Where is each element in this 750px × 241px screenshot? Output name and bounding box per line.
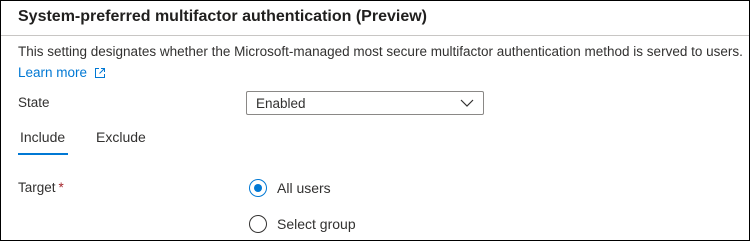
target-label: Target * <box>18 180 64 195</box>
state-dropdown-value: Enabled <box>256 95 306 111</box>
radio-option-all-users[interactable]: All users <box>249 179 331 197</box>
radio-label-select-group: Select group <box>277 216 356 232</box>
radio-option-select-group[interactable]: Select group <box>249 215 356 233</box>
section-title: System-preferred multifactor authenticat… <box>18 8 427 25</box>
chevron-down-icon <box>460 99 474 107</box>
learn-more-label: Learn more <box>18 65 88 80</box>
tab-include[interactable]: Include <box>20 129 65 145</box>
radio-button-unchecked[interactable] <box>249 215 267 233</box>
learn-more-link[interactable]: Learn more <box>18 65 106 80</box>
title-divider <box>1 35 749 36</box>
required-marker: * <box>58 180 64 195</box>
radio-label-all-users: All users <box>277 180 331 196</box>
settings-panel: System-preferred multifactor authenticat… <box>0 0 750 241</box>
target-label-text: Target <box>18 180 56 195</box>
state-dropdown[interactable]: Enabled <box>246 91 484 115</box>
selected-tab-indicator <box>18 153 68 155</box>
state-label: State <box>18 95 50 110</box>
section-description: This setting designates whether the Micr… <box>18 44 743 59</box>
external-link-icon <box>94 67 106 79</box>
radio-button-checked[interactable] <box>249 179 267 197</box>
tab-exclude[interactable]: Exclude <box>96 129 146 145</box>
